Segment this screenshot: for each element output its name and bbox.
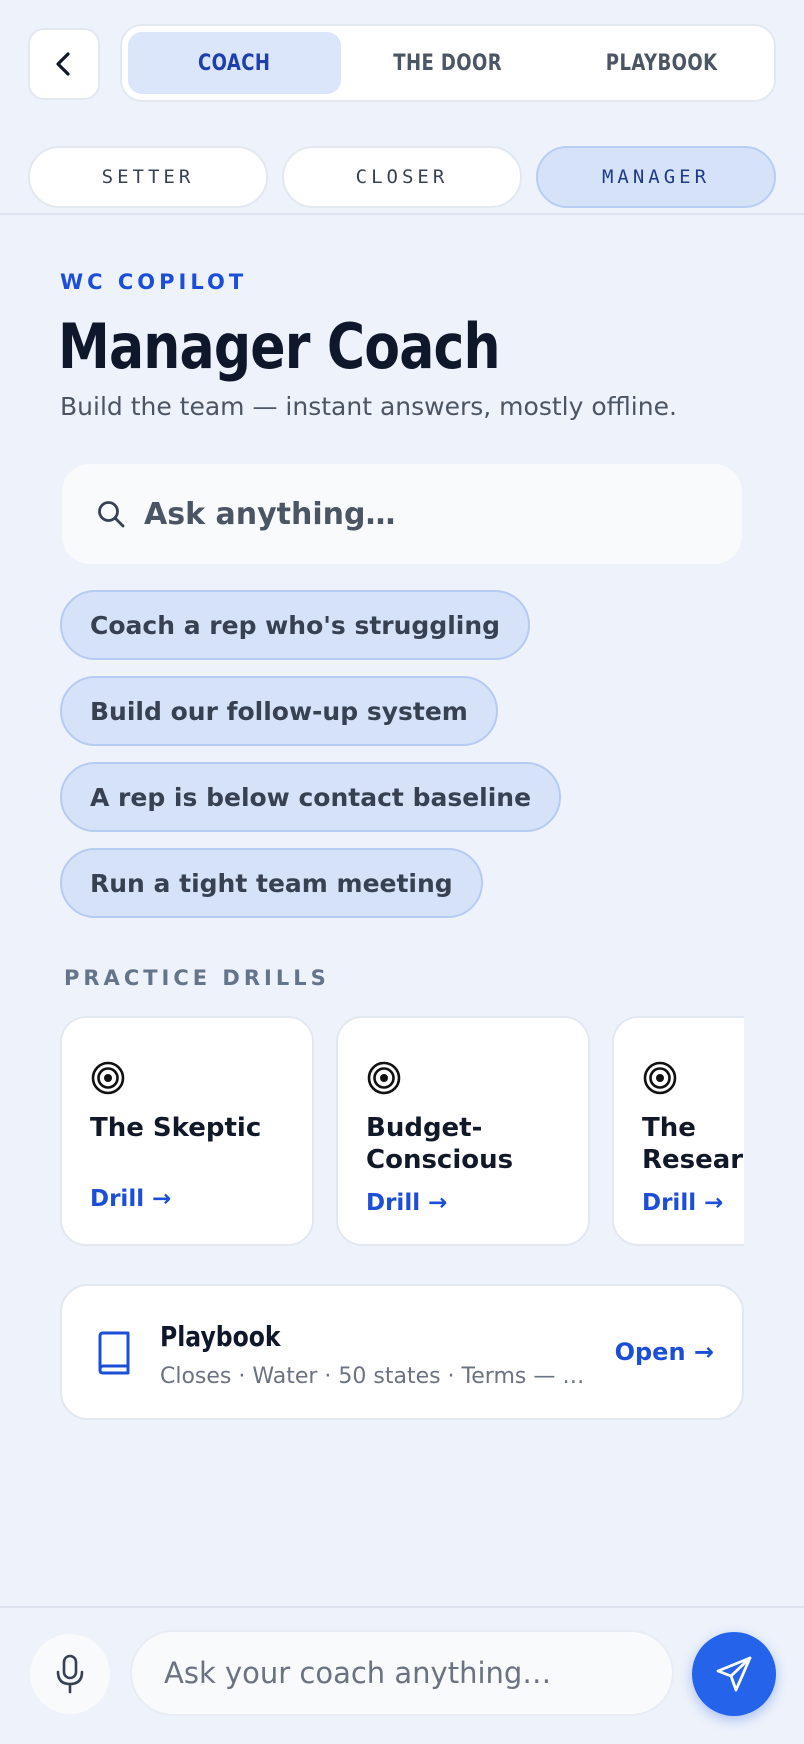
section-label-drills: PRACTICE DRILLS xyxy=(64,966,330,990)
target-icon xyxy=(643,1061,677,1095)
search-box[interactable]: Ask anything… xyxy=(62,464,742,564)
book-icon xyxy=(98,1331,130,1375)
drill-link[interactable]: Drill → xyxy=(642,1190,723,1216)
drill-card[interactable]: Budget-Conscious Drill → xyxy=(336,1016,590,1246)
tab-the-door[interactable]: THE DOOR xyxy=(361,32,536,94)
search-placeholder: Ask anything… xyxy=(144,496,396,532)
suggestion-chip[interactable]: Run a tight team meeting xyxy=(60,848,483,918)
tab-bar: COACH THE DOOR PLAYBOOK xyxy=(120,24,776,102)
playbook-subtitle: Closes · Water · 50 states · Terms — s… xyxy=(160,1364,590,1389)
drill-card[interactable]: The Researcher Drill → xyxy=(612,1016,744,1246)
back-button[interactable] xyxy=(28,28,100,100)
page-title: Manager Coach xyxy=(58,310,501,383)
send-button[interactable] xyxy=(692,1632,776,1716)
send-icon xyxy=(716,1656,752,1692)
suggestion-chip[interactable]: Build our follow-up system xyxy=(60,676,498,746)
header-divider xyxy=(0,213,804,215)
drill-link[interactable]: Drill → xyxy=(366,1190,447,1216)
drill-name: Budget-Conscious xyxy=(366,1113,514,1175)
page-subtitle: Build the team — instant answers, mostly… xyxy=(60,392,677,421)
playbook-card[interactable]: Playbook Closes · Water · 50 states · Te… xyxy=(60,1284,744,1420)
target-icon xyxy=(367,1061,401,1095)
playbook-open-link[interactable]: Open → xyxy=(615,1338,714,1366)
role-closer-button[interactable]: CLOSER xyxy=(282,146,522,208)
role-manager-button[interactable]: MANAGER xyxy=(536,146,776,208)
role-setter-button[interactable]: SETTER xyxy=(28,146,268,208)
tab-playbook[interactable]: PLAYBOOK xyxy=(574,32,749,94)
tab-coach[interactable]: COACH xyxy=(128,32,342,94)
chevron-left-icon xyxy=(56,52,70,76)
drill-carousel[interactable]: The Skeptic Drill → Budget-Conscious Dri… xyxy=(60,1016,744,1248)
playbook-title: Playbook xyxy=(160,1320,281,1353)
microphone-icon xyxy=(56,1654,84,1694)
microphone-button[interactable] xyxy=(30,1634,110,1714)
drill-name: The Skeptic xyxy=(90,1113,262,1143)
top-nav: COACH THE DOOR PLAYBOOK xyxy=(28,24,776,102)
eyebrow-label: WC COPILOT xyxy=(60,270,248,294)
role-selector: SETTER CLOSER MANAGER xyxy=(28,146,776,210)
suggestion-chip[interactable]: Coach a rep who's struggling xyxy=(60,590,531,660)
drill-name: The Researcher xyxy=(642,1113,744,1175)
target-icon xyxy=(91,1061,125,1095)
search-icon xyxy=(98,501,125,528)
chat-input[interactable] xyxy=(130,1630,674,1716)
drill-link[interactable]: Drill → xyxy=(90,1186,171,1212)
suggestion-chip[interactable]: A rep is below contact baseline xyxy=(60,762,562,832)
drill-card[interactable]: The Skeptic Drill → xyxy=(60,1016,314,1246)
